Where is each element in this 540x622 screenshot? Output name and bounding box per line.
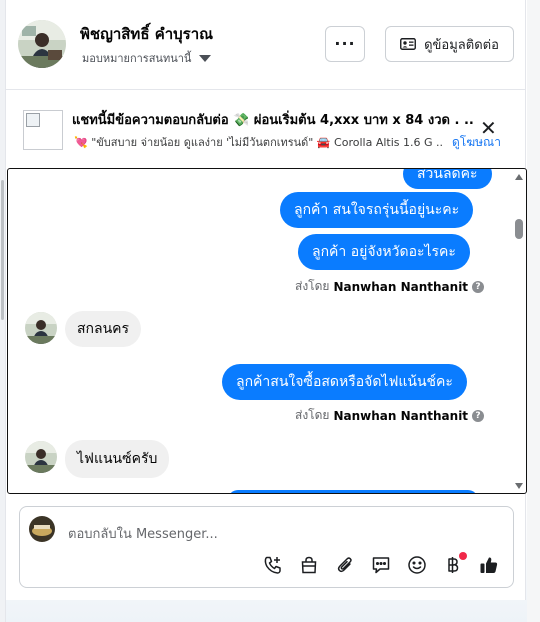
- conversation-header: พิชญาสิทธิ์ คำบุราณ มอบหมายการสนทนานี้ ·…: [6, 0, 526, 90]
- sent-by-indicator: ส่งโดย Nanwhan Nanthanit ?: [295, 406, 485, 425]
- outgoing-message[interactable]: ลูกค้าสนใจซื้อสดหรือจัดไฟแน้นช์คะ: [222, 364, 467, 400]
- close-icon[interactable]: ✕: [480, 118, 497, 138]
- sender-name: Nanwhan Nanthanit: [333, 279, 469, 294]
- incoming-message[interactable]: สกลนคร: [65, 311, 142, 347]
- outgoing-message-partial[interactable]: ส่วนลดคะ: [403, 169, 492, 189]
- composer-toolbar: [262, 552, 500, 576]
- contact-card-icon: [400, 38, 417, 50]
- contact-name: พิชญาสิทธิ์ คำบุราณ: [80, 25, 214, 43]
- sender-name: Nanwhan Nanthanit: [333, 408, 469, 423]
- scroll-thumb[interactable]: [515, 219, 523, 239]
- contact-avatar-small[interactable]: [25, 312, 57, 344]
- assign-conversation-dropdown[interactable]: มอบหมายการสนทนานี้: [82, 49, 212, 67]
- shopping-bag-icon[interactable]: [298, 554, 320, 576]
- sent-by-label: ส่งโดย: [295, 279, 330, 293]
- attachment-icon[interactable]: [334, 554, 356, 576]
- outgoing-message-partial-bottom: [228, 490, 478, 493]
- message-composer[interactable]: ตอบกลับใน Messenger...: [19, 506, 514, 588]
- info-icon[interactable]: ?: [472, 280, 485, 293]
- reply-input[interactable]: ตอบกลับใน Messenger...: [68, 523, 218, 544]
- incoming-message[interactable]: ไฟแนนซ์ครับ: [65, 440, 170, 478]
- scroll-up-icon[interactable]: [515, 174, 523, 180]
- assign-label: มอบหมายการสนทนานี้: [82, 52, 192, 65]
- caret-down-icon: [199, 54, 212, 62]
- ad-thumbnail-image[interactable]: [23, 110, 63, 150]
- more-options-button[interactable]: ···: [325, 26, 365, 62]
- ad-reference-banner: แชทนี้มีข้อความตอบกลับต่อ 💸 ผ่อนเริ่มต้น…: [6, 100, 526, 160]
- ad-title: แชทนี้มีข้อความตอบกลับต่อ 💸 ผ่อนเริ่มต้น…: [72, 113, 474, 128]
- notification-dot: [459, 552, 467, 560]
- ad-subtitle: 💘 "ขับสบาย จ่ายน้อย ดูแลง่าย 'ไม่มีวันตก…: [74, 136, 444, 149]
- view-contact-label: ดูข้อมูลติดต่อ: [424, 37, 499, 53]
- thread-scrollbar[interactable]: [512, 169, 526, 493]
- more-dots-icon: ···: [334, 34, 356, 53]
- outgoing-message[interactable]: ลูกค้า สนใจรถรุ่นนี้อยู่นะคะ: [280, 192, 474, 228]
- thumbs-up-icon[interactable]: [478, 554, 500, 576]
- message-thread[interactable]: ส่วนลดคะ ลูกค้า สนใจรถรุ่นนี้อยู่นะคะ ลู…: [7, 168, 527, 494]
- outgoing-message[interactable]: ลูกค้า อยู่จังหวัดอะไรคะ: [298, 234, 470, 270]
- call-add-icon[interactable]: [262, 554, 284, 576]
- scroll-down-icon[interactable]: [515, 483, 523, 489]
- sent-by-indicator: ส่งโดย Nanwhan Nanthanit ?: [295, 277, 485, 296]
- info-icon[interactable]: ?: [472, 409, 485, 422]
- sent-by-label: ส่งโดย: [295, 408, 330, 422]
- page-avatar: [29, 516, 55, 542]
- emoji-icon[interactable]: [406, 554, 428, 576]
- right-background: [527, 0, 540, 622]
- contact-avatar[interactable]: [18, 20, 66, 68]
- view-contact-button[interactable]: ดูข้อมูลติดต่อ: [385, 26, 514, 62]
- saved-replies-icon[interactable]: [370, 554, 392, 576]
- contact-avatar-small[interactable]: [25, 441, 57, 473]
- left-scrollbar-thumb[interactable]: [1, 180, 4, 320]
- payment-baht-icon[interactable]: [442, 552, 467, 576]
